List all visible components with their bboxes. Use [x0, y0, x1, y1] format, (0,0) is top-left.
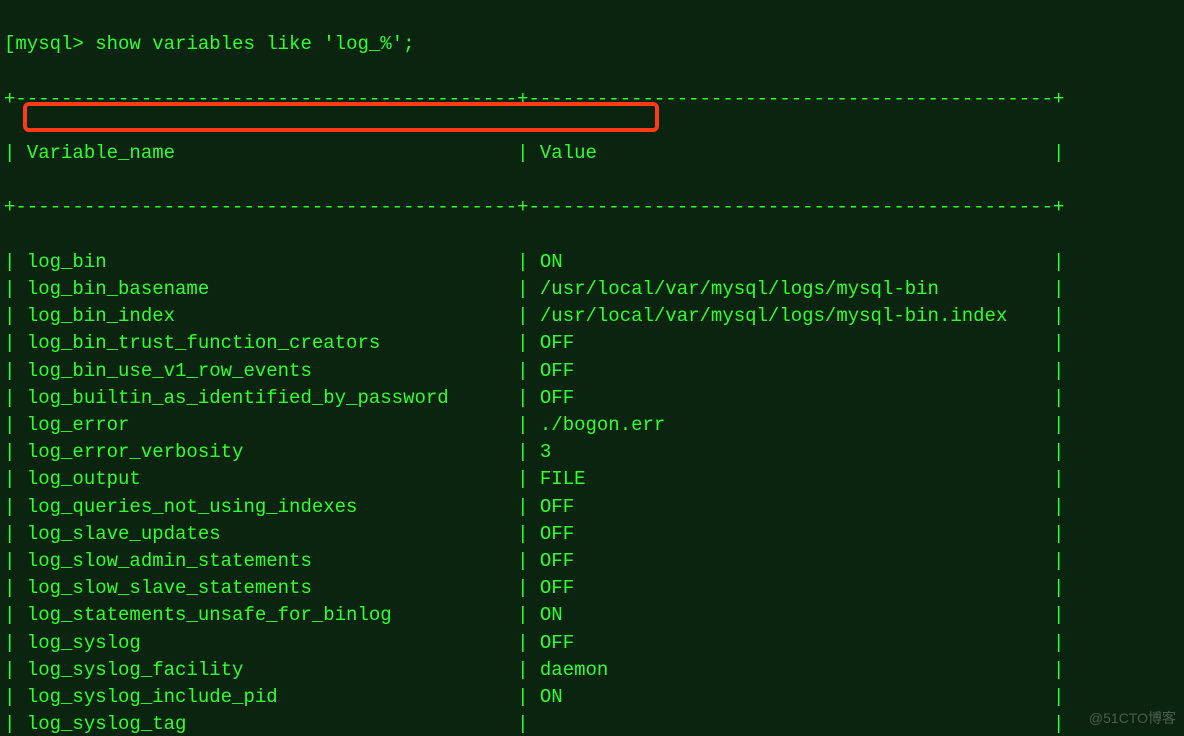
table-border-top: +---------------------------------------…: [4, 86, 1180, 113]
table-row: | log_bin_index | /usr/local/var/mysql/l…: [4, 303, 1180, 330]
table-header-row: | Variable_name | Value |: [4, 140, 1180, 167]
table-body: | log_bin | ON || log_bin_basename | /us…: [4, 249, 1180, 736]
table-row: | log_statements_unsafe_for_binlog | ON …: [4, 602, 1180, 629]
table-row: | log_bin_basename | /usr/local/var/mysq…: [4, 276, 1180, 303]
table-row: | log_queries_not_using_indexes | OFF |: [4, 494, 1180, 521]
table-row: | log_syslog_include_pid | ON |: [4, 684, 1180, 711]
table-row: | log_error_verbosity | 3 |: [4, 439, 1180, 466]
table-row: | log_slow_slave_statements | OFF |: [4, 575, 1180, 602]
watermark: @51CTO博客: [1089, 708, 1176, 728]
table-row: | log_error | ./bogon.err |: [4, 412, 1180, 439]
table-row: | log_slave_updates | OFF |: [4, 521, 1180, 548]
prompt: [mysql>: [4, 33, 84, 55]
table-row: | log_syslog_facility | daemon |: [4, 657, 1180, 684]
table-row: | log_bin_use_v1_row_events | OFF |: [4, 358, 1180, 385]
prompt-line: [mysql> show variables like 'log_%';: [4, 31, 1180, 58]
terminal-output: [mysql> show variables like 'log_%'; +--…: [0, 0, 1184, 736]
table-row: | log_syslog_tag | |: [4, 711, 1180, 736]
table-row: | log_output | FILE |: [4, 466, 1180, 493]
command: show variables like 'log_%';: [84, 33, 415, 55]
table-row: | log_builtin_as_identified_by_password …: [4, 385, 1180, 412]
table-row: | log_slow_admin_statements | OFF |: [4, 548, 1180, 575]
table-row: | log_bin | ON |: [4, 249, 1180, 276]
table-row: | log_bin_trust_function_creators | OFF …: [4, 330, 1180, 357]
table-border-mid: +---------------------------------------…: [4, 194, 1180, 221]
table-row: | log_syslog | OFF |: [4, 630, 1180, 657]
